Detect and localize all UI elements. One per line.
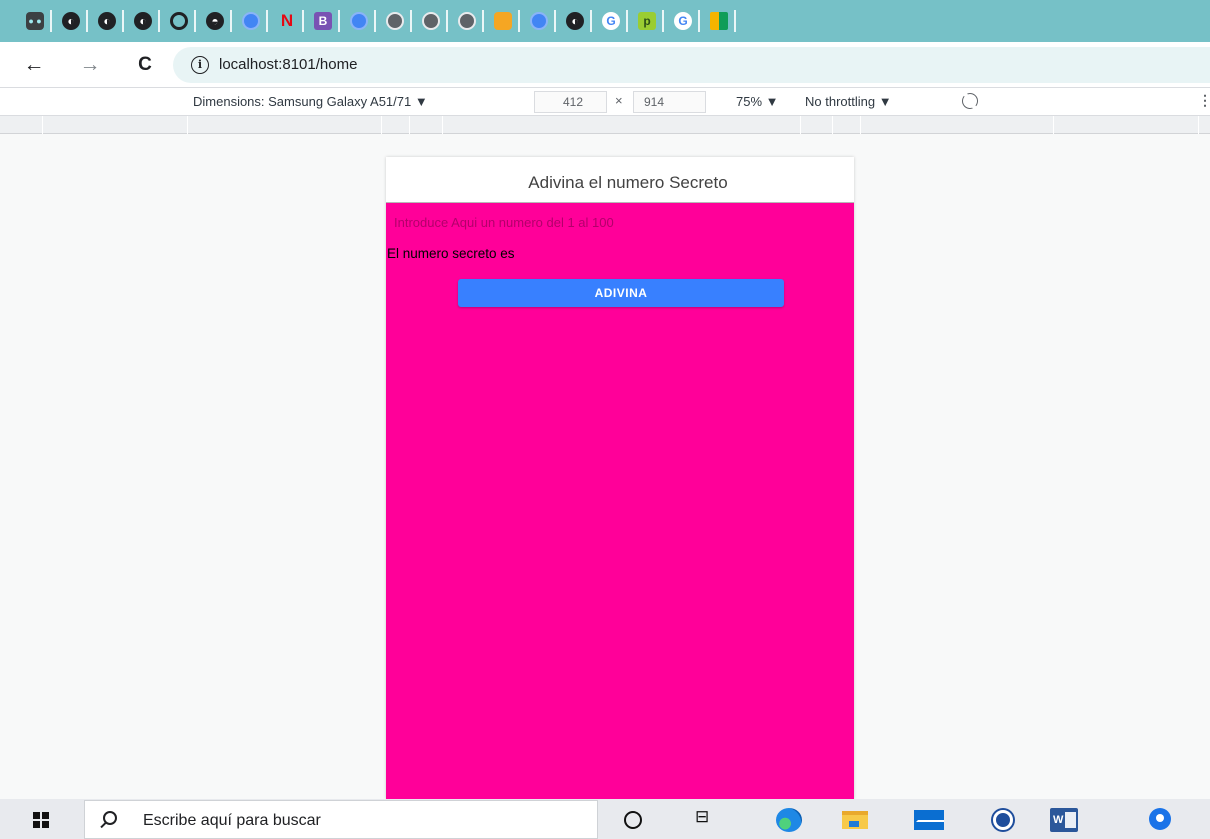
number-input[interactable]: [394, 211, 846, 233]
taskbar: Escribe aquí para buscar ⊟ W: [0, 799, 1210, 839]
google-icon: G: [602, 12, 620, 30]
edge-browser-icon[interactable]: [776, 808, 802, 832]
url-text[interactable]: localhost:8101/home: [219, 56, 357, 73]
screen: ● ● ◐ ◐ ◐ ◓ N B ◐ G p G ← → C i localhos…: [0, 0, 1210, 839]
chromium-icon: [422, 12, 440, 30]
bookmark-item[interactable]: p: [638, 0, 674, 42]
globe-icon: ◐: [566, 12, 584, 30]
bookmark-item[interactable]: [386, 0, 422, 42]
chromium-icon: [458, 12, 476, 30]
bookmark-item[interactable]: [350, 0, 386, 42]
page-title: Adivina el numero Secreto: [528, 173, 728, 192]
windows-start-icon[interactable]: [33, 812, 49, 828]
forward-arrow-icon[interactable]: →: [78, 53, 102, 77]
bookmark-item[interactable]: [422, 0, 458, 42]
device-dimensions-dropdown[interactable]: Dimensions: Samsung Galaxy A51/71 ▼: [193, 94, 428, 109]
word-icon[interactable]: W: [1050, 808, 1078, 832]
globe-icon: ◐: [62, 12, 80, 30]
search-icon: [103, 811, 117, 825]
github-icon: ◓: [206, 12, 224, 30]
device-height-input[interactable]: 914: [633, 91, 706, 113]
bookmark-item[interactable]: [170, 0, 206, 42]
site-logo-icon: ● ●: [26, 12, 44, 30]
photos-icon[interactable]: [993, 810, 1013, 830]
mail-icon[interactable]: [914, 810, 944, 830]
dimension-separator: ×: [615, 93, 623, 108]
google-icon: G: [674, 12, 692, 30]
address-bar: ← → C i localhost:8101/home: [0, 42, 1210, 88]
app-header: Adivina el numero Secreto: [386, 157, 854, 203]
zoom-dropdown[interactable]: 75% ▼: [736, 94, 779, 109]
bookmark-item[interactable]: ◐: [62, 0, 98, 42]
media-query-ruler[interactable]: [0, 116, 1210, 134]
bookmark-item[interactable]: [530, 0, 566, 42]
cortana-icon[interactable]: [624, 811, 642, 829]
bookmark-item[interactable]: B: [314, 0, 350, 42]
p-icon: p: [638, 12, 656, 30]
site-info-icon[interactable]: i: [191, 56, 209, 74]
chrome-site-icon: [530, 12, 548, 30]
bookmark-item[interactable]: [242, 0, 278, 42]
throttling-dropdown[interactable]: No throttling ▼: [805, 94, 892, 109]
file-explorer-icon[interactable]: [842, 811, 868, 829]
bookmark-item[interactable]: G: [674, 0, 710, 42]
bookmark-item[interactable]: [710, 0, 746, 42]
chrome-site-icon: [242, 12, 260, 30]
secret-number-label: El numero secreto es: [387, 246, 515, 261]
shield-icon: [494, 12, 512, 30]
bookmarks-bar: ● ● ◐ ◐ ◐ ◓ N B ◐ G p G: [0, 0, 1210, 42]
back-arrow-icon[interactable]: ←: [22, 53, 46, 77]
more-options-icon[interactable]: ⋮: [1198, 92, 1210, 109]
bootstrap-icon: B: [314, 12, 332, 30]
globe-icon: ◐: [98, 12, 116, 30]
bookmark-item[interactable]: ◐: [566, 0, 602, 42]
taskbar-search-box[interactable]: Escribe aquí para buscar: [84, 800, 598, 839]
search-placeholder: Escribe aquí para buscar: [143, 812, 321, 829]
globe-icon: ◐: [134, 12, 152, 30]
task-view-icon[interactable]: ⊟: [695, 807, 719, 829]
bookmark-item[interactable]: ◐: [98, 0, 134, 42]
maps-icon[interactable]: [1149, 808, 1171, 830]
reload-icon[interactable]: C: [133, 53, 157, 77]
device-width-input[interactable]: 412: [534, 91, 607, 113]
bookmark-item[interactable]: [494, 0, 530, 42]
bookmark-item[interactable]: ● ●: [26, 0, 62, 42]
photos-app-icon: [710, 12, 728, 30]
instagram-icon: [170, 12, 188, 30]
bookmark-item[interactable]: G: [602, 0, 638, 42]
bookmark-item[interactable]: ◓: [206, 0, 242, 42]
rotate-icon[interactable]: [958, 89, 982, 113]
device-screen: Adivina el numero Secreto El numero secr…: [386, 157, 854, 799]
netflix-icon: N: [280, 11, 294, 30]
url-field[interactable]: i localhost:8101/home: [173, 47, 1210, 83]
chrome-site-icon: [350, 12, 368, 30]
emulated-viewport: Adivina el numero Secreto El numero secr…: [0, 134, 1210, 799]
guess-button[interactable]: ADIVINA: [458, 279, 784, 307]
bookmark-item[interactable]: ◐: [134, 0, 170, 42]
bookmark-item[interactable]: N: [278, 0, 314, 42]
device-toolbar: Dimensions: Samsung Galaxy A51/71 ▼ 412 …: [0, 88, 1210, 116]
chromium-icon: [386, 12, 404, 30]
bookmark-item[interactable]: [458, 0, 494, 42]
